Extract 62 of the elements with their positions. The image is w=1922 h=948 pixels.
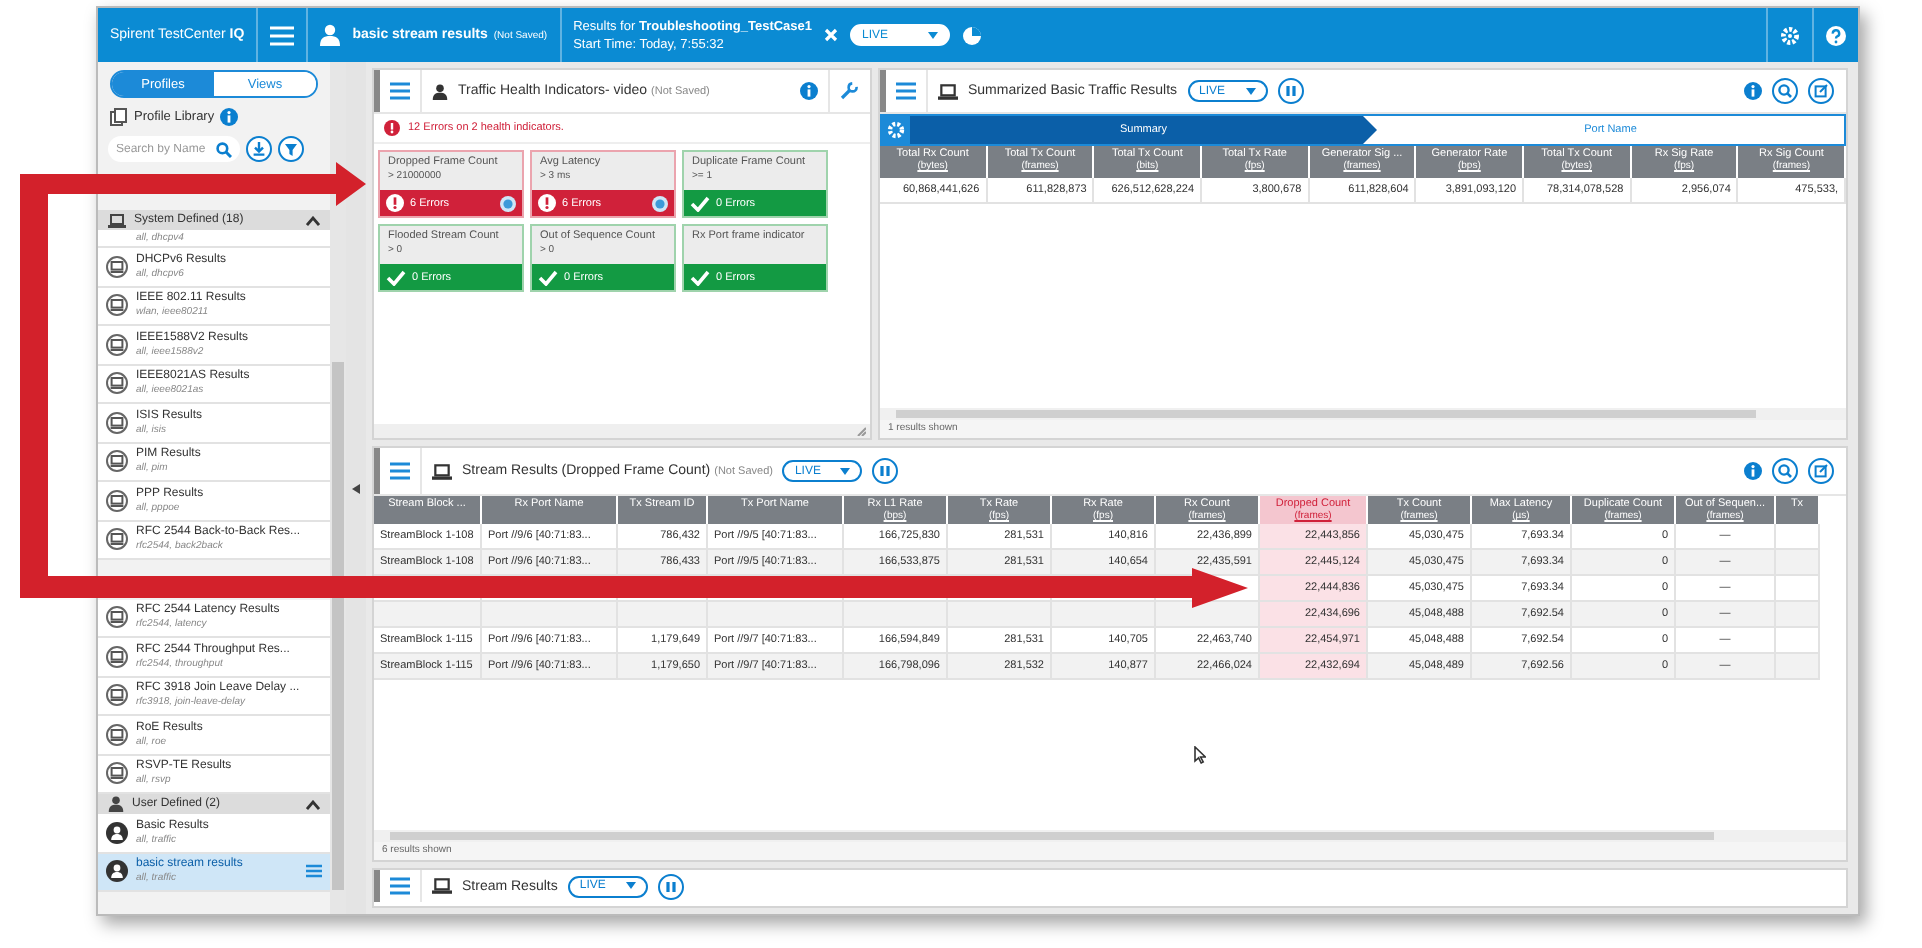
pause-icon[interactable] (872, 458, 899, 484)
settings-icon[interactable] (1780, 25, 1800, 45)
menu-icon[interactable] (306, 864, 322, 879)
laptop-icon (432, 878, 452, 894)
monitor-icon (106, 372, 128, 395)
monitor-icon (106, 255, 128, 278)
search-icon[interactable] (1772, 458, 1798, 484)
chevron-icon[interactable] (306, 215, 320, 225)
check-icon (538, 269, 558, 285)
mouse-cursor-icon (1194, 746, 1206, 764)
monitor-icon (106, 489, 128, 512)
laptop-icon (108, 213, 126, 227)
check-icon (386, 269, 406, 285)
resize-grip-icon[interactable] (856, 426, 866, 436)
pause-icon[interactable] (1277, 78, 1304, 104)
monitor-icon (106, 762, 128, 785)
chevron-icon[interactable] (306, 799, 320, 809)
error-icon (386, 194, 404, 212)
check-icon (690, 269, 710, 285)
settings-icon[interactable] (882, 116, 910, 144)
download-icon[interactable] (246, 136, 272, 162)
check-icon (690, 195, 710, 211)
details-icon[interactable] (500, 195, 516, 211)
monitor-icon (106, 333, 128, 356)
person-icon (432, 83, 448, 99)
export-icon[interactable] (1808, 78, 1834, 104)
caret-icon (1245, 87, 1256, 95)
filter-icon[interactable] (278, 136, 304, 162)
info-icon[interactable] (1744, 82, 1762, 100)
close-icon[interactable] (824, 28, 839, 42)
monitor-icon (106, 294, 128, 317)
details-icon[interactable] (652, 195, 668, 211)
monitor-icon (106, 606, 128, 629)
pause-icon[interactable] (657, 873, 684, 899)
monitor-icon (106, 684, 128, 707)
laptop-icon (432, 463, 452, 479)
collapse-icon[interactable] (352, 483, 360, 493)
pie-icon[interactable] (962, 25, 983, 45)
error-icon (538, 194, 556, 212)
caret-icon (625, 882, 636, 890)
search-icon[interactable] (216, 141, 232, 157)
person-icon (106, 821, 128, 844)
info-icon[interactable] (800, 82, 818, 100)
monitor-icon (106, 450, 128, 473)
info-icon[interactable] (220, 108, 239, 126)
error-icon (384, 120, 400, 136)
person-icon (108, 796, 124, 812)
export-icon[interactable] (1808, 458, 1834, 484)
wrench-icon[interactable] (840, 82, 858, 100)
documents-icon (110, 108, 128, 126)
monitor-icon (106, 645, 128, 668)
info-icon[interactable] (1744, 462, 1762, 480)
laptop-icon (938, 83, 958, 99)
person-icon (320, 24, 341, 46)
monitor-icon (106, 528, 128, 551)
person-icon (106, 860, 128, 883)
caret-icon (928, 31, 939, 39)
monitor-icon (106, 411, 128, 434)
monitor-icon (106, 723, 128, 746)
search-icon[interactable] (1772, 78, 1798, 104)
help-icon[interactable] (1826, 25, 1846, 45)
caret-icon (840, 467, 851, 475)
